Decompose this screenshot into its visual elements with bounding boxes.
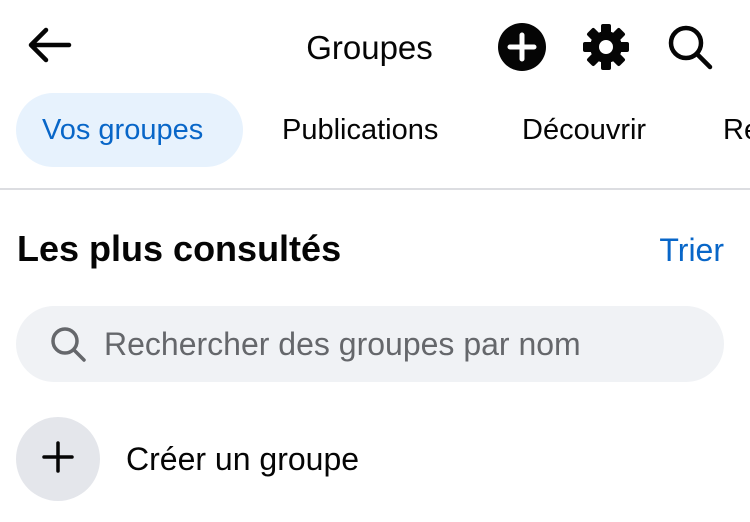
tab-publications[interactable]: Publications bbox=[256, 93, 464, 167]
gear-icon bbox=[581, 22, 631, 77]
settings-button[interactable] bbox=[579, 22, 633, 76]
search-icon bbox=[46, 322, 90, 366]
section-title: Les plus consultés bbox=[17, 228, 342, 269]
search-input[interactable] bbox=[104, 314, 704, 374]
group-search-box[interactable] bbox=[16, 306, 724, 382]
sort-button[interactable]: Trier bbox=[659, 228, 724, 272]
search-icon bbox=[665, 22, 715, 77]
create-group-label: Créer un groupe bbox=[126, 440, 360, 477]
tab-discover[interactable]: Découvrir bbox=[496, 93, 672, 167]
header: Groupes bbox=[0, 0, 750, 96]
tab-partial[interactable]: Re bbox=[697, 93, 750, 167]
search-button[interactable] bbox=[663, 22, 717, 76]
tab-your-groups[interactable]: Vos groupes bbox=[16, 93, 243, 167]
plus-circle-icon bbox=[497, 22, 547, 77]
create-button[interactable] bbox=[495, 22, 549, 76]
create-group-row[interactable]: Créer un groupe bbox=[16, 416, 716, 502]
create-group-button[interactable] bbox=[16, 417, 100, 501]
back-button[interactable] bbox=[22, 24, 76, 70]
page-title: Groupes bbox=[306, 29, 433, 66]
arrow-left-icon bbox=[26, 25, 72, 70]
groups-screen: Groupes Vos groupes Publications Découvr… bbox=[0, 0, 750, 522]
plus-icon bbox=[40, 439, 76, 480]
divider bbox=[0, 188, 750, 190]
tab-bar: Vos groupes Publications Découvrir Re bbox=[0, 93, 750, 167]
